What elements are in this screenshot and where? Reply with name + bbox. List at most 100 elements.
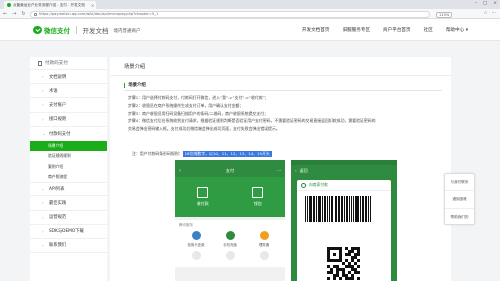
service-icon	[191, 251, 201, 260]
logo[interactable]: 微信支付 开发文档 境内普通商户	[33, 25, 141, 35]
nav-legacy-zone[interactable]: 旧服服务专区	[342, 27, 370, 33]
chevron-right-icon: ›	[42, 102, 44, 108]
note-highlight: 18位纯数字，以10、11、12、13、14、15开头	[182, 151, 272, 157]
pay-banner: 收付款 钱包	[175, 177, 285, 217]
sidebar-item-label: 术语	[49, 88, 58, 94]
sidebar-item-api-rules[interactable]: › 接口规则	[30, 113, 107, 127]
nav-help-center[interactable]: 帮助中心 ▾	[446, 27, 468, 33]
barcode-bar	[354, 196, 356, 222]
service-cell	[215, 251, 245, 260]
pay-receive-label: 收付款	[196, 201, 209, 206]
menu-icon[interactable]: ⋯	[492, 11, 497, 16]
close-icon[interactable]: ×	[91, 3, 94, 8]
section-marker	[124, 82, 126, 88]
qr-module	[357, 265, 360, 268]
chevron-down-icon: ▾	[465, 28, 468, 33]
paycode-card-title: 向商家付款	[309, 182, 328, 187]
barcode-bar	[343, 196, 345, 222]
sidebar: 付款码支付 › 文档说明 › 术语 › 支付账户 › 接口规则 ⌄ 付款码支付 场景介绍 …	[30, 57, 107, 281]
sidebar-item-best-practice[interactable]: › 最佳实践	[30, 196, 107, 211]
sidebar-item-label: 运营规范	[49, 215, 67, 221]
sidebar-subitem-cases[interactable]: 案例介绍	[30, 162, 107, 172]
barcode-image	[305, 196, 383, 222]
browser-tab[interactable]: 点聚营运业户业务流程介绍 - 支付 - 开发文档 ×	[4, 1, 96, 9]
barcode-bar	[321, 196, 323, 222]
document-icon	[38, 60, 42, 66]
qr-module	[333, 277, 336, 280]
sidebar-item-label: SDK与DEMO下载	[49, 229, 84, 235]
qr-module	[357, 259, 360, 262]
services-grid: 腾讯服务 信用卡还款 手机充值 理财通	[175, 220, 285, 267]
close-window-icon[interactable]: ×	[493, 1, 497, 6]
barcode-bar	[365, 196, 367, 222]
step-1: 步骤1：用户选择付款码支付，付款码打开微信，进入“我”->“支付”->“收付款”…	[128, 95, 269, 100]
float-contact-us[interactable]: 与我们联系	[445, 174, 474, 192]
nav-buttons: ← → ↻	[3, 11, 26, 17]
divider	[124, 90, 442, 91]
back-icon[interactable]: ←	[3, 11, 7, 17]
wechat-pay-favicon-icon	[7, 3, 11, 7]
star-icon[interactable]: ☆	[483, 11, 487, 16]
reload-icon[interactable]: ↻	[21, 11, 25, 17]
barcode-bar	[360, 196, 361, 222]
barcode-bar	[316, 196, 317, 222]
note-prefix: 注：用户付款码条形码规则：	[132, 151, 183, 156]
maximize-icon[interactable]: □	[483, 1, 487, 6]
qr-module	[357, 253, 360, 256]
pay-icon	[301, 182, 306, 188]
sidebar-item-sdk-download[interactable]: › SDK与DEMO下载	[30, 225, 107, 239]
chevron-right-icon: ›	[42, 186, 44, 192]
sidebar-subitem-scenario[interactable]: 场景介绍	[30, 140, 107, 152]
doc-title: 开发文档	[82, 27, 109, 35]
wallet-label: 钱包	[253, 201, 262, 206]
url-text: https://pay.weixin.qq.com/wiki/doc/api/m…	[39, 12, 159, 16]
sidebar-item-micropay[interactable]: ⌄ 付款码支付	[30, 127, 107, 141]
service-label: 理财通	[258, 243, 270, 247]
barcode-rule-note: 注：用户付款码条形码规则： 18位纯数字，以10、11、12、13、14、15开…	[132, 151, 272, 157]
section-title: 场景介绍	[124, 82, 146, 88]
step-3: 步骤3：商户收银员用扫码设备扫描用户的条码/二维码，商户收银系统提交支付；	[128, 110, 268, 116]
browser-toolbar: ☆ ⋯	[483, 11, 496, 16]
qr-module	[351, 277, 354, 280]
steps-text: 步骤1：用户选择付款码支付，付款码打开微信，进入“我”->“支付”->“收付款”…	[128, 94, 440, 133]
chevron-right-icon: ›	[42, 228, 44, 234]
phone-nav-title: 支付	[225, 168, 235, 173]
lock-icon	[34, 12, 37, 16]
forward-icon[interactable]: →	[12, 11, 16, 17]
address-bar: ← → ↻ https://pay.weixin.qq.com/wiki/doc…	[0, 9, 500, 19]
sidebar-item-label: 付款码支付	[49, 131, 71, 137]
sidebar-item-label: 文档说明	[49, 74, 67, 80]
step-2: 步骤2：收银员在商户系统操作生成支付订单，用户确认支付金额；	[128, 102, 244, 108]
nav-docs-home[interactable]: 开发文档首页	[302, 27, 330, 33]
paycode-card-header: 向商家付款	[297, 180, 391, 191]
sidebar-item-api-list[interactable]: › API列表	[30, 182, 107, 197]
tab-title: 点聚营运业户业务流程介绍 - 支付 - 开发文档	[13, 2, 85, 7]
sidebar-item-pay-account[interactable]: › 支付账户	[30, 98, 107, 113]
step-4: 步骤4：微信支付后台系统收到支付请求，根据验证规则判断是否验证用户支付密码，不需…	[128, 118, 376, 124]
barcode-bar	[337, 196, 340, 222]
sidebar-subitem-verify-rules[interactable]: 验证规则规则	[30, 151, 107, 161]
url-input[interactable]: https://pay.weixin.qq.com/wiki/doc/api/m…	[30, 10, 430, 18]
phone-nav: ‹ 支付 ···	[175, 165, 285, 177]
nav-merchant-home[interactable]: 商户平台首页	[383, 27, 411, 33]
sidebar-item-ops-rules[interactable]: › 运营规范	[30, 211, 107, 225]
qrcode-image	[327, 247, 360, 280]
nav-help-label: 帮助中心	[445, 28, 465, 33]
sidebar-subitem-merchant-flow[interactable]: 商户侧流程	[30, 172, 107, 182]
sidebar-item-doc-notes[interactable]: › 文档说明	[30, 70, 107, 85]
back-icon: ‹	[179, 168, 181, 174]
float-having-trouble[interactable]: 遇到困难	[445, 191, 474, 209]
sidebar-item-contact[interactable]: › 联系我们	[30, 239, 107, 254]
nav-community[interactable]: 社区	[424, 27, 433, 33]
qr-module	[333, 253, 336, 256]
barcode-bar	[331, 196, 334, 222]
chevron-right-icon: ›	[42, 214, 44, 220]
sidebar-item-terms[interactable]: › 术语	[30, 84, 107, 99]
float-help-us[interactable]: 帮助我们的	[445, 209, 474, 226]
phone-screenshot-pay: ‹ 支付 ··· 收付款 钱包 腾讯服务 信用卡还款 手机充值 理财通	[175, 160, 285, 281]
qr-module	[339, 277, 342, 280]
paycode-card: 向商家付款	[297, 180, 391, 281]
barcode-bar	[326, 196, 328, 222]
minimize-icon[interactable]: –	[475, 1, 477, 6]
zoom-badge[interactable]: 110%	[436, 11, 453, 18]
